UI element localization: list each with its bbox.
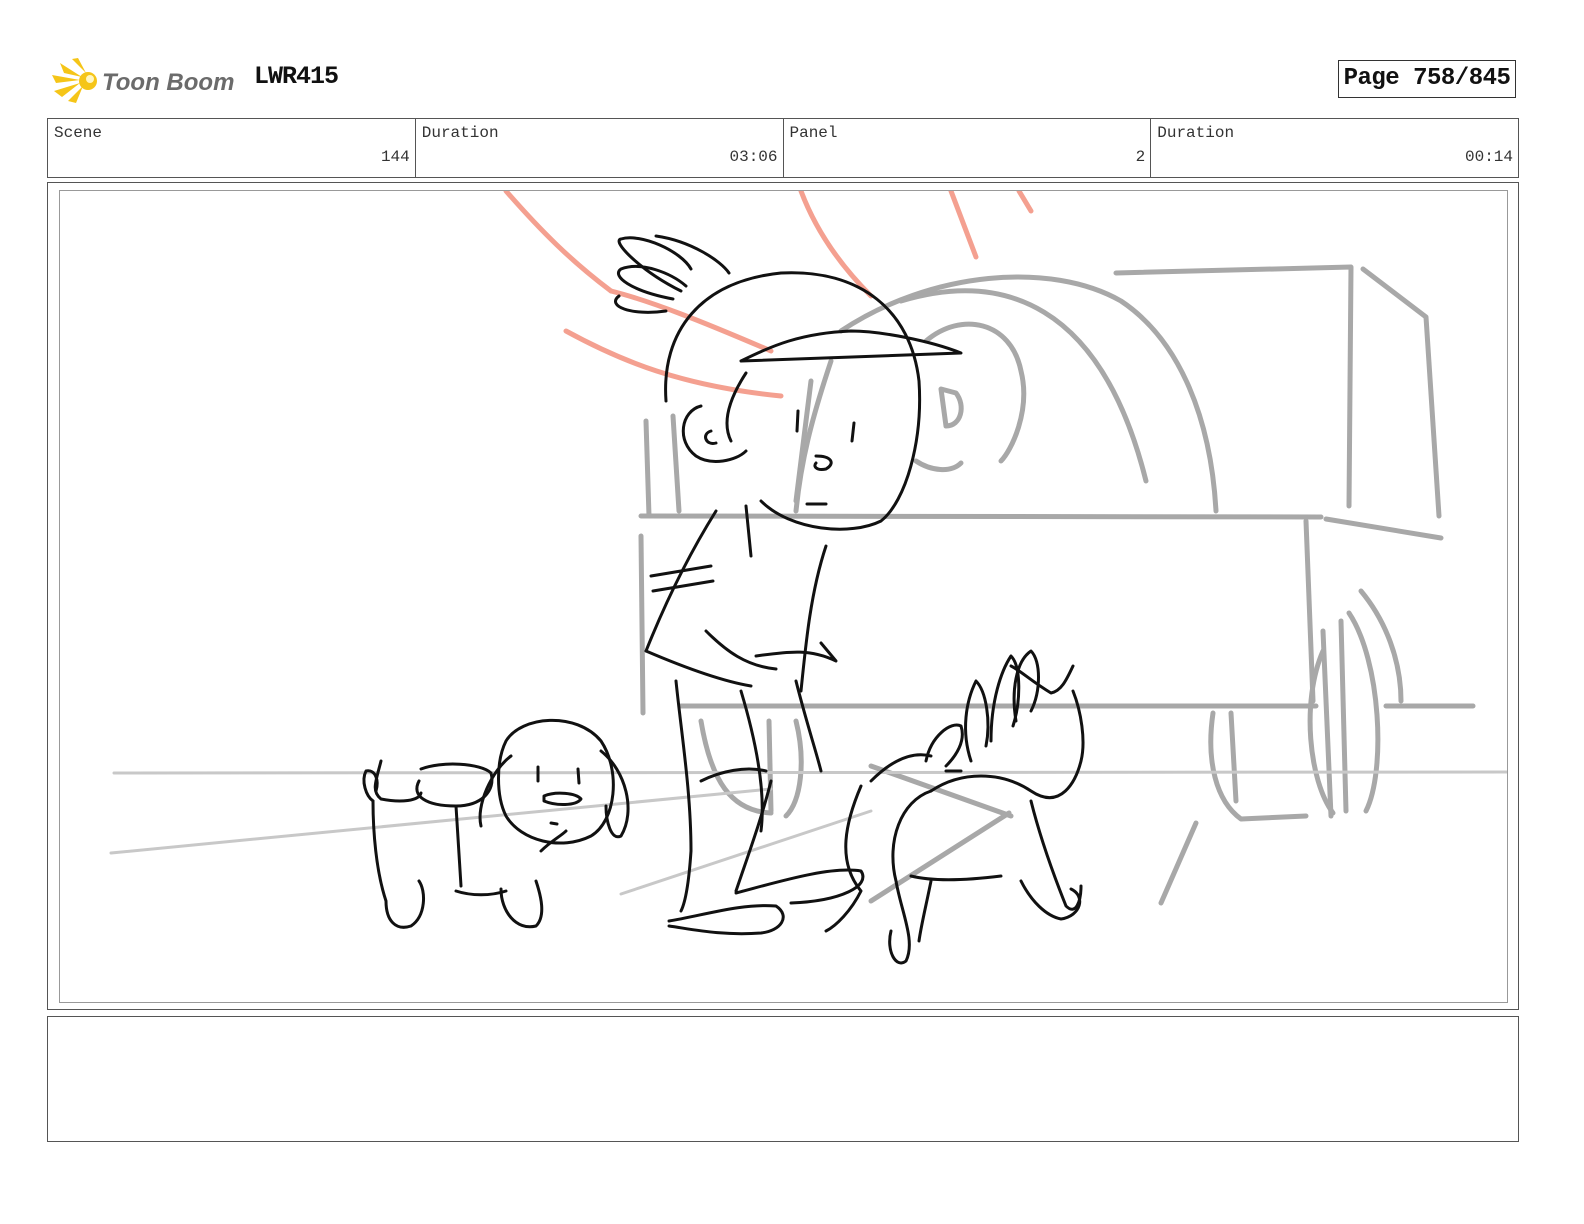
logo-star-icon: Toon Boom <box>52 58 234 103</box>
scene-cell: Scene 144 <box>48 119 416 177</box>
toon-boom-logo: Toon Boom <box>50 55 240 107</box>
kid-sketch <box>614 234 963 936</box>
panel-value: 2 <box>1135 148 1146 166</box>
panel-label: Panel <box>789 124 838 142</box>
panel-duration-value: 00:14 <box>1464 148 1513 166</box>
panel-info-row: Scene 144 Duration 03:06 Panel 2 Duratio… <box>47 118 1519 178</box>
scene-value: 144 <box>380 148 410 166</box>
fluffy-dog-sketch <box>824 649 1085 965</box>
panel-duration-cell: Duration 00:14 <box>1151 119 1518 177</box>
page-indicator: Page 758/845 <box>1338 60 1516 98</box>
panel-duration-label: Duration <box>1157 124 1235 142</box>
panel-notes-box <box>47 1016 1519 1142</box>
scene-duration-value: 03:06 <box>729 148 778 166</box>
panel-drawing-area <box>59 190 1508 1003</box>
scene-duration-label: Duration <box>421 124 499 142</box>
storyboard-sketch <box>109 191 1507 965</box>
project-code: LWR415 <box>254 62 339 91</box>
scene-label: Scene <box>54 124 103 142</box>
truck-sketch <box>638 264 1476 906</box>
panel-cell: Panel 2 <box>784 119 1152 177</box>
scene-duration-cell: Duration 03:06 <box>416 119 784 177</box>
logo-text: Toon Boom <box>102 69 234 96</box>
